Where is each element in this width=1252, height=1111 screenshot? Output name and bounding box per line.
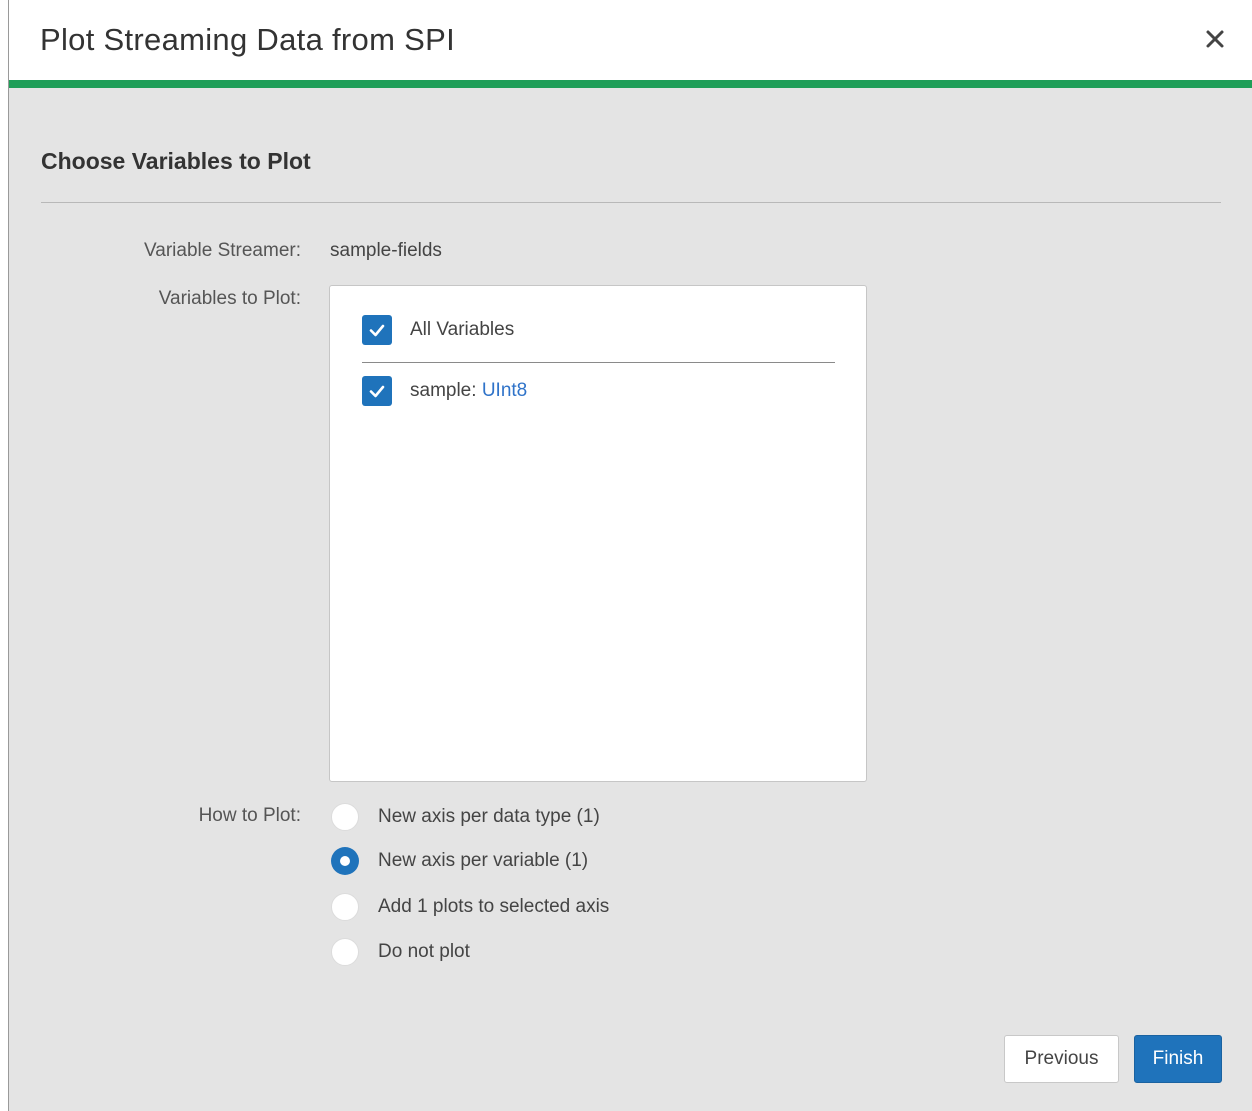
radio-label: Add 1 plots to selected axis bbox=[378, 896, 610, 917]
variable-streamer-value: sample-fields bbox=[330, 240, 442, 261]
radio-label: New axis per data type (1) bbox=[378, 806, 600, 827]
plot-streaming-dialog: Plot Streaming Data from SPI Choose Vari… bbox=[8, 0, 1252, 1111]
radio-do-not-plot[interactable]: Do not plot bbox=[331, 938, 470, 966]
all-variables-checkbox-row[interactable]: All Variables bbox=[362, 315, 514, 345]
dialog-title: Plot Streaming Data from SPI bbox=[40, 22, 456, 57]
close-icon[interactable] bbox=[1200, 24, 1230, 54]
title-accent-bar bbox=[9, 80, 1252, 88]
variable-sample-label: sample: UInt8 bbox=[410, 380, 527, 402]
radio-button[interactable] bbox=[331, 938, 359, 966]
variable-sample-checkbox[interactable] bbox=[362, 376, 392, 406]
radio-add-plots-to-selected-axis[interactable]: Add 1 plots to selected axis bbox=[331, 893, 609, 921]
radio-new-axis-per-variable[interactable]: New axis per variable (1) bbox=[331, 847, 588, 875]
radio-label: New axis per variable (1) bbox=[378, 850, 589, 871]
variables-list[interactable]: All Variables sample: UInt8 bbox=[329, 285, 867, 782]
radio-label: Do not plot bbox=[378, 941, 470, 962]
how-to-plot-label: How to Plot: bbox=[198, 805, 301, 826]
variables-to-plot-label: Variables to Plot: bbox=[158, 288, 301, 309]
dialog-titlebar: Plot Streaming Data from SPI bbox=[9, 0, 1252, 80]
variable-type-link[interactable]: UInt8 bbox=[482, 380, 527, 401]
section-divider bbox=[41, 202, 1221, 203]
all-variables-label: All Variables bbox=[410, 319, 515, 340]
variables-divider bbox=[362, 362, 835, 363]
variable-name: sample: bbox=[410, 380, 477, 401]
previous-button[interactable]: Previous bbox=[1004, 1035, 1119, 1083]
radio-button-selected[interactable] bbox=[331, 847, 359, 875]
all-variables-checkbox[interactable] bbox=[362, 315, 392, 345]
radio-new-axis-per-data-type[interactable]: New axis per data type (1) bbox=[331, 803, 600, 831]
checkmark-icon bbox=[369, 385, 385, 398]
finish-button[interactable]: Finish bbox=[1134, 1035, 1222, 1083]
radio-button[interactable] bbox=[331, 803, 359, 831]
section-heading: Choose Variables to Plot bbox=[41, 148, 311, 174]
radio-dot-icon bbox=[340, 856, 350, 866]
radio-button[interactable] bbox=[331, 893, 359, 921]
variable-item-sample[interactable]: sample: UInt8 bbox=[362, 376, 527, 406]
variable-streamer-label: Variable Streamer: bbox=[144, 240, 301, 261]
checkmark-icon bbox=[369, 324, 385, 337]
